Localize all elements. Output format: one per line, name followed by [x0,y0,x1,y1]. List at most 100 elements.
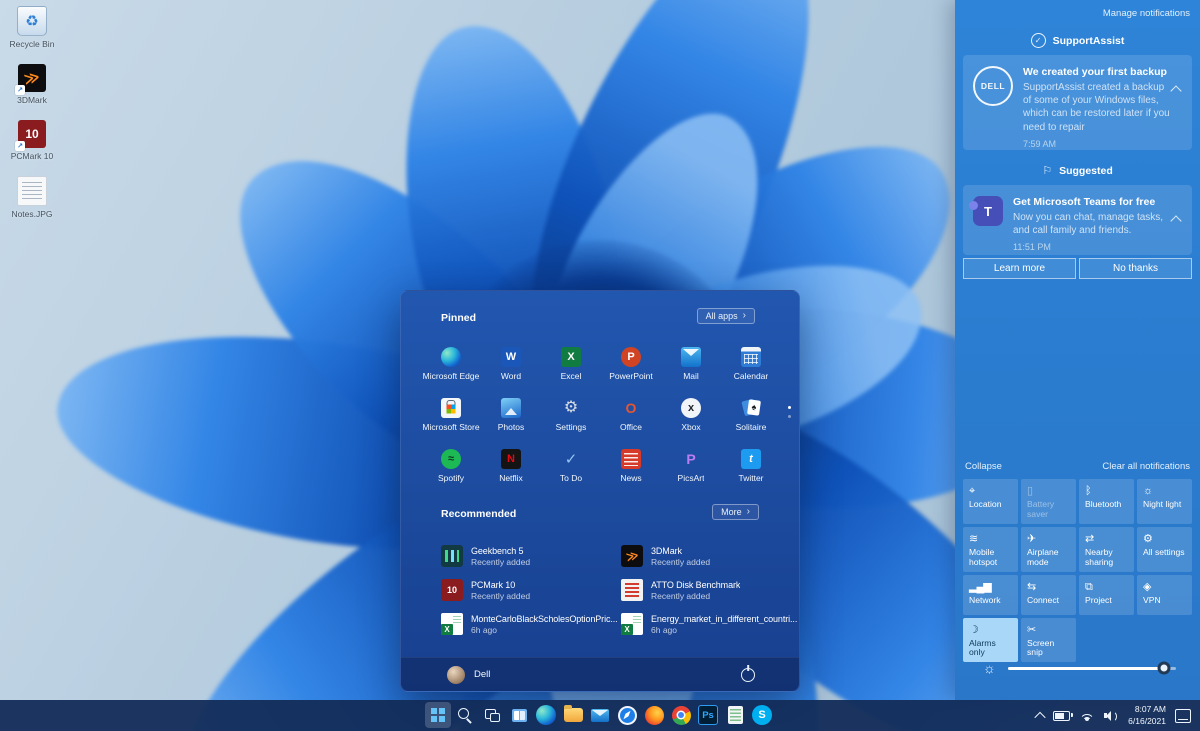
pinned-app-microsoft-edge[interactable]: Microsoft Edge [421,343,481,394]
quick-setting-vpn[interactable]: ◈VPN [1137,575,1192,615]
user-avatar[interactable] [447,666,465,684]
pinned-app-excel[interactable]: XExcel [541,343,601,394]
quick-setting-battery-saver: ▯Battery saver [1021,479,1076,524]
battery-icon[interactable] [1053,711,1070,721]
quick-setting-connect[interactable]: ⇆Connect [1021,575,1076,615]
recommended-item-atto-disk-benchmark[interactable]: ATTO Disk BenchmarkRecently added [621,573,801,607]
taskbar-compass-browser-icon[interactable] [614,702,640,728]
taskbar-edge-icon[interactable] [533,702,559,728]
desktop-icon-label: Recycle Bin [10,39,55,49]
flag-icon [1042,164,1052,177]
volume-icon[interactable] [1104,710,1119,722]
manage-notifications-link[interactable]: Manage notifications [1103,8,1190,19]
taskbar-mail-icon[interactable] [587,702,613,728]
notification-card-teams[interactable]: T Get Microsoft Teams for free Now you c… [963,185,1192,255]
pinned-app-powerpoint[interactable]: PPowerPoint [601,343,661,394]
power-button[interactable] [741,668,755,682]
pinned-app-netflix[interactable]: NNetflix [481,445,541,496]
recommended-item-3dmark[interactable]: ≫3DMarkRecently added [621,539,801,573]
pinned-app-word[interactable]: W Word [481,343,541,394]
pinned-app-solitaire[interactable]: ♠Solitaire [721,394,781,445]
picsart-icon: P [681,449,701,469]
more-button[interactable]: More › [712,504,759,520]
quick-setting-network[interactable]: ▂▄▆Network [963,575,1018,615]
netflix-icon: N [501,449,521,469]
brightness-slider[interactable] [1008,667,1176,670]
taskbar-firefox-icon[interactable] [641,702,667,728]
taskbar-search-icon[interactable] [452,702,478,728]
pinned-app-label: Microsoft Store [422,422,479,432]
wifi-icon[interactable] [1079,710,1095,721]
pinned-page-dots[interactable] [788,406,791,418]
recommended-item-montecarloblackscholesoptionpr[interactable]: XMonteCarloBlackScholesOptionPric...6h a… [441,607,621,641]
taskbar-document-icon[interactable] [722,702,748,728]
tray-date: 6/16/2021 [1128,716,1166,727]
compass-browser-icon [618,706,637,725]
quick-setting-location[interactable]: ⌖Location [963,479,1018,524]
page-dot-active[interactable] [788,406,791,409]
pinned-app-mail[interactable]: Mail [661,343,721,394]
quick-setting-bluetooth[interactable]: ᛒBluetooth [1079,479,1134,524]
clock[interactable]: 8:07 AM 6/16/2021 [1128,704,1166,726]
no-thanks-button[interactable]: No thanks [1079,258,1192,279]
recommended-item-pcmark-10[interactable]: 10PCMark 10Recently added [441,573,621,607]
desktop-icon-recycle-bin[interactable]: ♻Recycle Bin [4,6,60,49]
taskbar-file-explorer-icon[interactable] [560,702,586,728]
collapse-link[interactable]: Collapse [965,461,1002,472]
todo-icon: ✓ [561,449,581,469]
pinned-app-spotify[interactable]: ≈Spotify [421,445,481,496]
user-name[interactable]: Dell [474,669,490,680]
taskbar-chrome-icon[interactable] [668,702,694,728]
quick-setting-nearby-sharing[interactable]: ⇄Nearby sharing [1079,527,1134,572]
desktop-icon-pcmark-10[interactable]: 10↗PCMark 10 [4,120,60,161]
recommended-section-header: Recommended [441,508,516,520]
quick-setting-project[interactable]: ⧉Project [1079,575,1134,615]
group-app-name: Suggested [1059,165,1113,177]
pinned-app-label: PowerPoint [609,371,652,381]
quick-setting-all-settings[interactable]: ⚙All settings [1137,527,1192,572]
clear-all-notifications-link[interactable]: Clear all notifications [1102,461,1190,472]
pinned-app-to-do[interactable]: ✓To Do [541,445,601,496]
notification-title: We created your first backup [1023,66,1170,78]
pinned-app-xbox[interactable]: xXbox [661,394,721,445]
pinned-app-news[interactable]: News [601,445,661,496]
shortcut-arrow-icon: ↗ [15,85,25,95]
action-center-icon[interactable] [1175,709,1191,723]
pinned-app-twitter[interactable]: tTwitter [721,445,781,496]
hidden-icons-chevron-icon[interactable] [1035,711,1046,722]
notification-body: Now you can chat, manage tasks, and call… [1013,211,1170,237]
page-dot[interactable] [788,415,791,418]
pinned-app-label: Settings [556,422,587,432]
pinned-app-microsoft-store[interactable]: Microsoft Store [421,394,481,445]
group-app-name: SupportAssist [1053,35,1125,47]
pinned-app-label: Photos [498,422,524,432]
desktop-icon-notes-jpg[interactable]: Notes.JPG [4,176,60,219]
brightness-slider-knob[interactable] [1158,662,1171,675]
recommended-item-energy-market-in-different-cou[interactable]: XEnergy_market_in_different_countri...6h… [621,607,801,641]
desktop-icon-3dmark[interactable]: ≫↗3DMark [4,64,60,105]
taskbar-photoshop-icon[interactable]: Ps [695,702,721,728]
brightness-sun-icon: ☼ [983,661,996,675]
recommended-item-title: MonteCarloBlackScholesOptionPric... [471,614,617,624]
pinned-app-photos[interactable]: Photos [481,394,541,445]
recommended-item-geekbench-5[interactable]: Geekbench 5Recently added [441,539,621,573]
battery-saver-icon: ▯ [1027,484,1071,498]
taskbar-skype-icon[interactable]: S [749,702,775,728]
start-menu: Pinned All apps › Microsoft EdgeWWordXEx… [400,290,800,692]
quick-setting-night-light[interactable]: ☼Night light [1137,479,1192,524]
notification-card-supportassist[interactable]: DELL We created your first backup Suppor… [963,55,1192,150]
pinned-app-office[interactable]: OOffice [601,394,661,445]
pinned-app-label: Office [620,422,642,432]
pinned-app-settings[interactable]: ⚙Settings [541,394,601,445]
taskbar-task-view-icon[interactable] [479,702,505,728]
quick-setting-mobile-hotspot[interactable]: ≋Mobile hotspot [963,527,1018,572]
taskbar-start-button[interactable] [425,702,451,728]
word-icon: W [501,347,521,367]
all-apps-button[interactable]: All apps › [697,308,755,324]
pinned-app-calendar[interactable]: Calendar [721,343,781,394]
learn-more-button[interactable]: Learn more [963,258,1076,279]
pinned-app-label: Word [501,371,521,381]
quick-setting-airplane-mode[interactable]: ✈Airplane mode [1021,527,1076,572]
pinned-app-picsart[interactable]: PPicsArt [661,445,721,496]
taskbar-widgets-icon[interactable] [506,702,532,728]
